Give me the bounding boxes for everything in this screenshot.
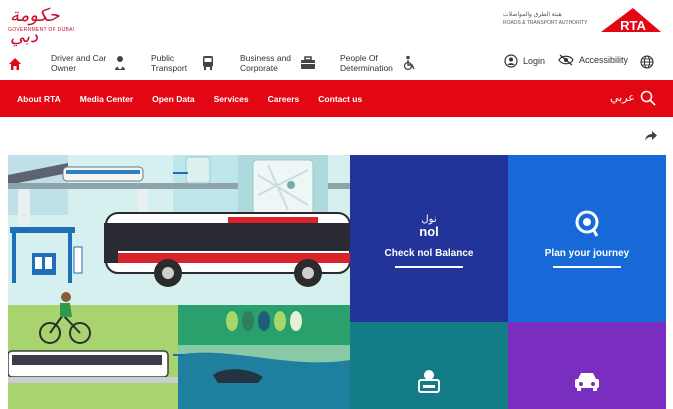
nav-item-label: People Of Determination (340, 53, 393, 73)
menu-item-careers[interactable]: Careers (268, 94, 300, 104)
government-of-dubai-logo[interactable]: حكومة دبي GOVERNMENT OF DUBAI (8, 5, 75, 47)
menu-item-services[interactable]: Services (214, 94, 249, 104)
menu-item-media-center[interactable]: Media Center (80, 94, 133, 104)
primary-menu-bar: About RTA Media Center Open Data Service… (0, 80, 673, 117)
user-icon (504, 54, 518, 68)
check-nol-balance-label: Check nol Balance (384, 247, 474, 259)
tile-underline (553, 265, 621, 268)
id-card-icon (418, 369, 440, 393)
menu-item-about-rta[interactable]: About RTA (17, 94, 61, 104)
nav-item-driver-and-car-owner[interactable]: Driver and Car Owner (51, 53, 127, 73)
wheelchair-icon (403, 55, 415, 71)
menu-item-contact-us[interactable]: Contact us (318, 94, 362, 104)
main-nav: Driver and Car Owner Public Transport Bu… (0, 46, 673, 80)
svg-text:nol: nol (419, 224, 439, 239)
nav-item-label: Public Transport (151, 53, 188, 73)
car-icon (575, 372, 599, 391)
top-header: حكومة دبي GOVERNMENT OF DUBAI هيئة الطرق… (0, 0, 673, 47)
nav-item-public-transport[interactable]: Public Transport (151, 53, 215, 73)
nol-icon: نول nol (419, 214, 439, 239)
search-icon[interactable] (640, 90, 656, 106)
accessibility-button[interactable]: Accessibility (558, 54, 628, 66)
primary-menu: About RTA Media Center Open Data Service… (17, 80, 381, 117)
menu-item-open-data[interactable]: Open Data (152, 94, 195, 104)
driver-icon (115, 56, 125, 70)
rta-logo-mark: RTA (601, 8, 661, 33)
location-search-icon (575, 210, 599, 237)
bus-icon (203, 56, 213, 70)
eye-slash-icon (558, 54, 574, 66)
plan-your-journey-tile[interactable]: Plan your journey (508, 155, 666, 322)
rta-logo[interactable]: هيئة الطرق والمواصلات ROADS & TRANSPORT … (503, 6, 663, 36)
nav-item-people-of-determination[interactable]: People Of Determination (340, 53, 416, 73)
globe-icon[interactable] (640, 55, 654, 69)
accessibility-label: Accessibility (579, 55, 629, 65)
vehicle-services-tile[interactable] (508, 322, 666, 409)
share-icon[interactable] (644, 130, 658, 142)
hero-illustration (8, 155, 350, 409)
rta-logo-english: ROADS & TRANSPORT AUTHORITY (503, 20, 588, 26)
nav-item-label: Business and Corporate (240, 53, 292, 73)
login-button[interactable]: Login (504, 54, 545, 68)
language-switch[interactable]: عربي (610, 91, 635, 104)
gov-logo-arabic: حكومة دبي (10, 5, 61, 47)
plan-your-journey-label: Plan your journey (544, 247, 630, 259)
gov-logo-english: GOVERNMENT OF DUBAI (8, 27, 75, 33)
check-nol-balance-tile[interactable]: نول nol Check nol Balance (350, 155, 508, 322)
city-transport-illustration (8, 155, 350, 409)
briefcase-icon (301, 56, 315, 69)
tile-underline (395, 265, 463, 268)
home-icon[interactable] (8, 57, 22, 71)
nav-item-label: Driver and Car Owner (51, 53, 107, 73)
driver-services-tile[interactable] (350, 322, 508, 409)
rta-logo-arabic: هيئة الطرق والمواصلات (503, 12, 562, 18)
nav-item-business-and-corporate[interactable]: Business and Corporate (240, 53, 316, 73)
login-label: Login (523, 56, 546, 66)
svg-text:RTA: RTA (620, 18, 646, 33)
